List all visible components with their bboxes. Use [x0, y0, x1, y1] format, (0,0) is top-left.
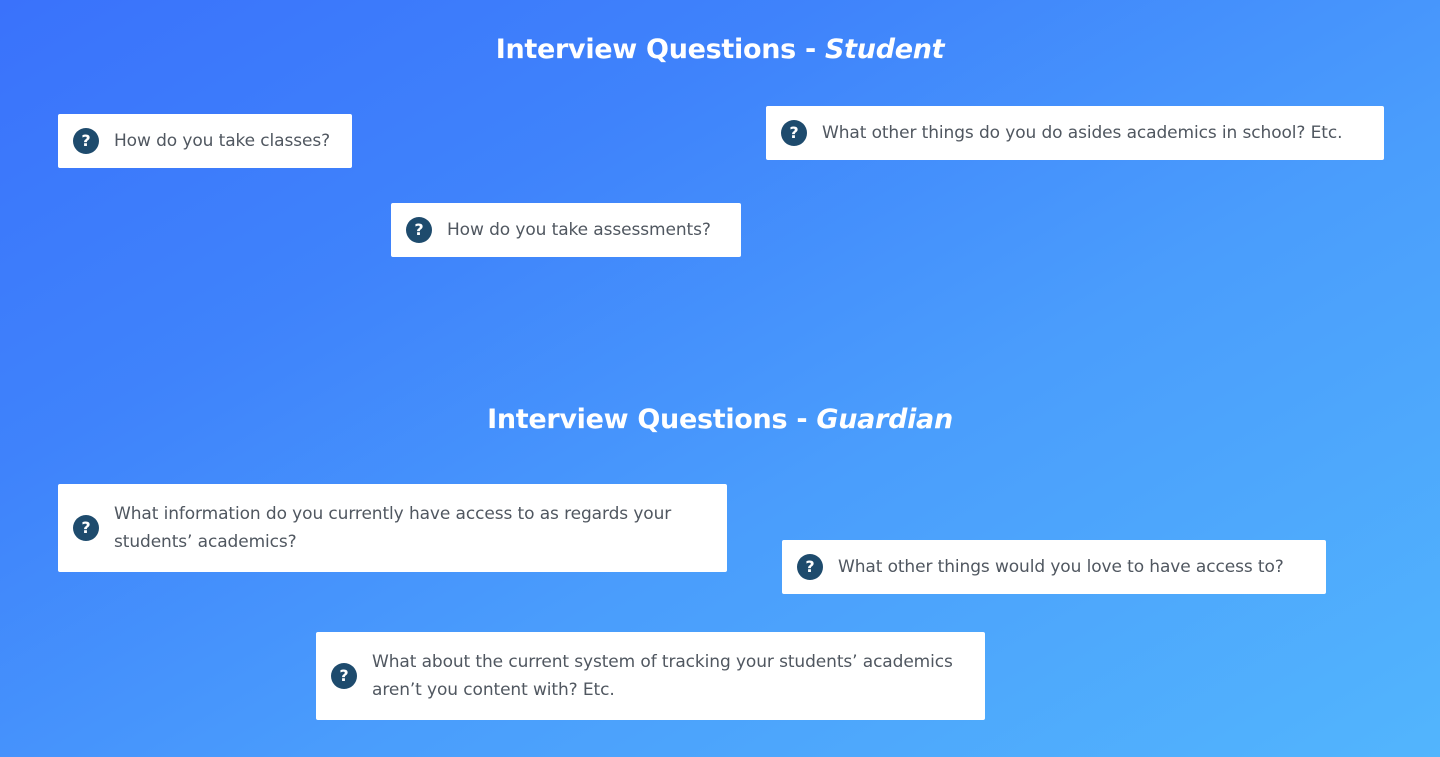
title-emphasis: Guardian — [816, 404, 953, 435]
question-card: ? What information do you currently have… — [58, 484, 727, 572]
question-circle-icon: ? — [781, 120, 807, 146]
title-prefix: Interview Questions - — [487, 404, 817, 435]
question-circle-icon: ? — [331, 663, 357, 689]
student-section-title: Interview Questions - Student — [0, 34, 1440, 65]
question-text: How do you take classes? — [114, 131, 331, 151]
title-emphasis: Student — [825, 34, 945, 65]
question-text: What about the current system of trackin… — [372, 652, 953, 700]
guardian-section-title: Interview Questions - Guardian — [0, 404, 1440, 435]
question-circle-icon: ? — [406, 217, 432, 243]
question-circle-icon: ? — [73, 515, 99, 541]
question-text: What other things do you do asides acade… — [822, 123, 1343, 143]
question-circle-icon: ? — [73, 128, 99, 154]
question-card: ? What other things would you love to ha… — [782, 540, 1326, 594]
question-text: How do you take assessments? — [447, 220, 711, 240]
question-text: What information do you currently have a… — [114, 504, 672, 552]
question-card: ? What other things do you do asides aca… — [766, 106, 1384, 160]
question-text: What other things would you love to have… — [838, 557, 1284, 577]
question-circle-icon: ? — [797, 554, 823, 580]
question-card: ? What about the current system of track… — [316, 632, 985, 720]
question-card: ? How do you take classes? — [58, 114, 352, 168]
question-card: ? How do you take assessments? — [391, 203, 741, 257]
title-prefix: Interview Questions - — [495, 34, 826, 65]
